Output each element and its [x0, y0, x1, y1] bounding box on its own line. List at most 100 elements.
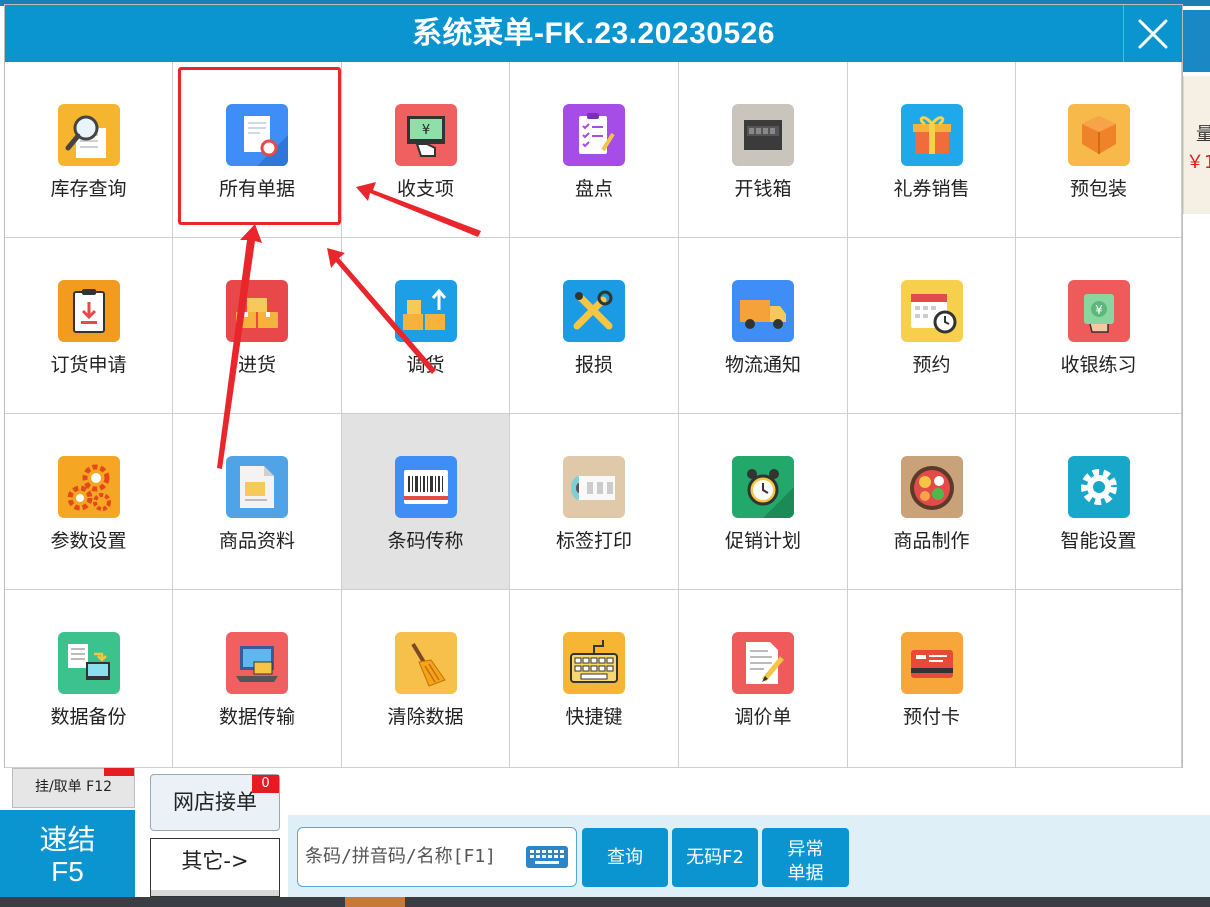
no-barcode-label: 无码F2	[686, 847, 744, 868]
menu-item-prepackaging[interactable]: 预包装	[1016, 62, 1182, 238]
price-adjust-icon	[732, 632, 794, 694]
menu-item-label: 商品资料	[218, 530, 295, 552]
menu-item-label: 开钱箱	[734, 178, 792, 200]
menu-item-price-adjustment[interactable]: 调价单	[679, 590, 848, 768]
menu-item-label: 商品制作	[893, 530, 970, 552]
menu-item-label: 预包装	[1069, 178, 1127, 200]
keyboard-icon	[563, 632, 625, 694]
menu-item-label: 清除数据	[387, 706, 464, 728]
menu-item-label: 预付卡	[902, 706, 960, 728]
taskbar-item	[345, 897, 405, 907]
menu-item-label-printing[interactable]: 标签打印	[510, 414, 679, 590]
suspend-order-button[interactable]: 挂/取单 F12	[12, 768, 135, 808]
menu-item-label: 物流通知	[724, 354, 801, 376]
menu-item-label: 参数设置	[50, 530, 127, 552]
menu-item-order-request[interactable]: 订货申请	[5, 238, 173, 414]
menu-item-label: 数据传输	[218, 706, 295, 728]
menu-item-voucher-sales[interactable]: 礼券销售	[848, 62, 1016, 238]
menu-item-income-expense[interactable]: ¥ 收支项	[342, 62, 510, 238]
no-barcode-button[interactable]: 无码F2	[672, 828, 758, 887]
broom-icon	[394, 632, 457, 694]
menu-item-inventory-query[interactable]: 库存查询	[5, 62, 173, 238]
abnormal-documents-label-2: 单据	[787, 863, 824, 884]
menu-item-label: 所有单据	[218, 178, 295, 200]
clipboard-check-icon	[563, 104, 625, 166]
menu-item-prepaid-card[interactable]: 预付卡	[848, 590, 1016, 768]
search-input[interactable]: 条码/拼音码/名称[F1]	[297, 827, 577, 887]
menu-item-appointment[interactable]: 预约	[848, 238, 1016, 414]
keyboard-icon[interactable]	[525, 845, 569, 869]
background-card-text: 量	[1196, 124, 1210, 145]
menu-item-logistics-notice[interactable]: 物流通知	[679, 238, 848, 414]
taskbar	[0, 897, 1210, 907]
menu-item-parameter-settings[interactable]: 参数设置	[5, 414, 173, 590]
menu-item-label: 库存查询	[50, 178, 127, 200]
menu-item-stocktake[interactable]: 盘点	[510, 62, 679, 238]
order-request-icon	[57, 280, 120, 342]
menu-item-open-cash-drawer[interactable]: 开钱箱	[679, 62, 848, 238]
menu-item-product-making[interactable]: 商品制作	[848, 414, 1016, 590]
menu-item-label: 快捷键	[565, 706, 623, 728]
quick-checkout-button[interactable]: 速结 F5	[0, 810, 135, 897]
package-icon	[1067, 104, 1130, 166]
abnormal-documents-button[interactable]: 异常 单据	[762, 828, 849, 887]
menu-item-purchase[interactable]: 进货	[173, 238, 342, 414]
food-bowl-icon	[900, 456, 963, 518]
menu-item-promotion-plan[interactable]: 促销计划	[679, 414, 848, 590]
system-menu-dialog: 系统菜单-FK.23.20230526 库存查询 所有单据 ¥ 收支项 盘点 开…	[4, 4, 1183, 768]
background-product-card: 量 ￥1	[1183, 76, 1210, 214]
gift-icon	[900, 104, 963, 166]
background-panel	[1183, 10, 1210, 72]
menu-item-label: 收支项	[396, 178, 454, 200]
menu-item-clear-data[interactable]: 清除数据	[342, 590, 510, 768]
settings-gear-icon	[1067, 456, 1130, 518]
quick-checkout-label: 速结	[39, 824, 96, 855]
abnormal-documents-label-1: 异常	[787, 839, 824, 860]
menu-item-label: 收银练习	[1060, 354, 1137, 376]
menu-item-label: 礼券销售	[893, 178, 970, 200]
menu-empty-cell	[1016, 590, 1182, 768]
dialog-titlebar: 系统菜单-FK.23.20230526	[5, 5, 1182, 62]
menu-item-data-backup[interactable]: 数据备份	[5, 590, 173, 768]
other-button[interactable]: 其它->	[150, 838, 280, 897]
menu-item-label: 报损	[574, 354, 613, 376]
alarm-clock-icon	[732, 456, 794, 518]
other-label: 其它->	[181, 849, 249, 873]
close-button[interactable]	[1123, 5, 1182, 62]
document-icon	[226, 104, 288, 166]
suspend-badge	[104, 768, 134, 776]
menu-item-damage-report[interactable]: 报损	[510, 238, 679, 414]
calendar-clock-icon	[900, 280, 963, 342]
menu-item-label: 条码传称	[387, 530, 464, 552]
query-label: 查询	[607, 847, 643, 868]
menu-grid: 库存查询 所有单据 ¥ 收支项 盘点 开钱箱 礼券销售 预包装 订货申请 进货 …	[5, 62, 1182, 768]
data-backup-icon	[57, 632, 120, 694]
gears-icon	[57, 456, 120, 518]
menu-item-label: 盘点	[574, 178, 613, 200]
menu-item-all-documents[interactable]: 所有单据	[173, 62, 342, 238]
cash-register-icon: ¥	[394, 104, 457, 166]
quick-checkout-shortcut: F5	[51, 856, 84, 887]
menu-item-label: 调货	[406, 354, 445, 376]
menu-item-label: 数据备份	[50, 706, 127, 728]
svg-text:¥: ¥	[1095, 303, 1103, 317]
menu-item-label: 促销计划	[724, 530, 801, 552]
data-transfer-icon	[226, 632, 288, 694]
menu-item-label: 调价单	[734, 706, 792, 728]
menu-item-barcode-scale[interactable]: 条码传称	[342, 414, 510, 590]
transfer-icon	[394, 280, 457, 342]
prepaid-card-icon	[900, 632, 963, 694]
menu-item-product-info[interactable]: 商品资料	[173, 414, 342, 590]
svg-text:¥: ¥	[421, 123, 429, 138]
menu-item-shortcut-keys[interactable]: 快捷键	[510, 590, 679, 768]
menu-item-smart-settings[interactable]: 智能设置	[1016, 414, 1182, 590]
query-button[interactable]: 查询	[582, 828, 668, 887]
cash-drawer-icon	[732, 104, 794, 166]
menu-item-stock-transfer[interactable]: 调货	[342, 238, 510, 414]
menu-item-label: 智能设置	[1060, 530, 1137, 552]
menu-item-data-transfer[interactable]: 数据传输	[173, 590, 342, 768]
menu-item-label: 预约	[912, 354, 951, 376]
menu-item-label: 标签打印	[555, 530, 632, 552]
menu-item-cashier-practice[interactable]: ¥ 收银练习	[1016, 238, 1182, 414]
online-orders-button[interactable]: 网店接单 0	[150, 774, 280, 831]
